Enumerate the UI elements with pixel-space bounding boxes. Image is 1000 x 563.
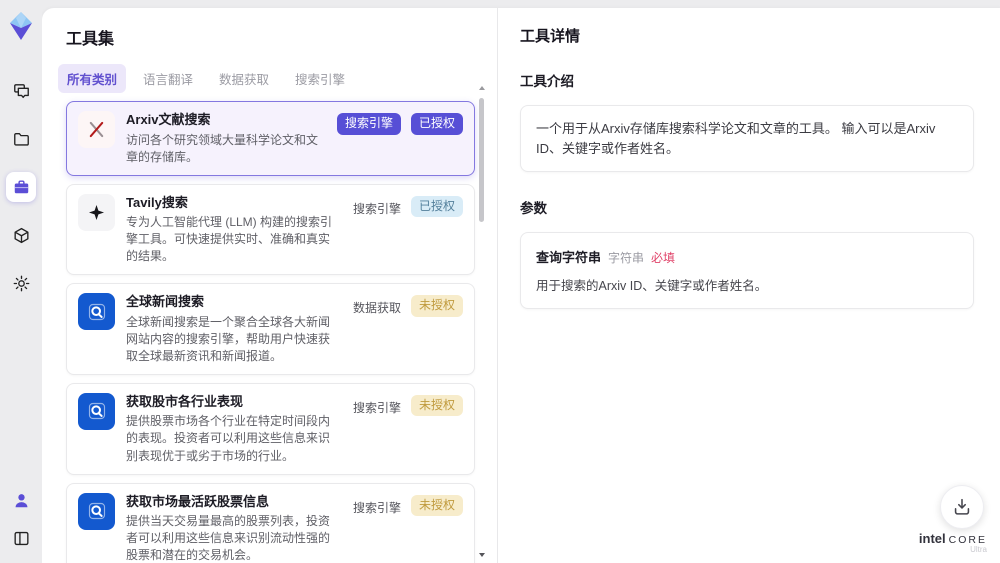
param-card: 查询字符串 字符串 必填 用于搜索的Arxiv ID、关键字或作者姓名。 (520, 232, 974, 309)
tool-info: Tavily搜索专为人工智能代理 (LLM) 构建的搜索引擎工具。可快速提供实时… (126, 194, 342, 266)
layout-icon (12, 529, 31, 548)
category-label: 搜索引擎 (352, 201, 401, 216)
tool-description: 提供股票市场各个行业在特定时间段内的表现。投资者可以利用这些信息来识别表现优于或… (126, 414, 331, 463)
main-content: 工具集 所有类别 语言翻译 数据获取 搜索引擎 Arxiv文献搜索 访问各个研究领域大量… (42, 8, 1000, 563)
param-description: 用于搜索的Arxiv ID、关键字或作者姓名。 (536, 279, 768, 293)
params-heading: 参数 (520, 201, 547, 216)
intel-core-logo: intel CORE Ultra (918, 530, 987, 555)
sidebar-item-models[interactable] (6, 220, 36, 250)
download-icon (951, 496, 973, 518)
gear-icon (12, 274, 31, 293)
tool-name: 全球新闻搜索 (126, 294, 205, 310)
tool-list-scrollbar[interactable] (478, 86, 485, 559)
param-name: 查询字符串 (536, 250, 602, 265)
tool-info: 全球新闻搜索全球新闻搜索是一个聚合全球各大新闻网站内容的搜索引擎，帮助用户快速获… (126, 293, 342, 365)
intro-card: 一个用于从Arxiv存储库搜索科学论文和文章的工具。 输入可以是Arxiv ID… (520, 105, 974, 172)
sidebar-item-chat[interactable] (6, 76, 36, 106)
intel-wordmark: intel (918, 530, 946, 546)
tool-details-panel: 工具详情 工具介绍 一个用于从Arxiv存储库搜索科学论文和文章的工具。 输入可… (498, 8, 1000, 563)
arxiv-icon (78, 111, 115, 148)
tool-description: 访问各个研究领域大量科学论文和文章的存储库。 (126, 132, 319, 164)
tool-description: 提供当天交易量最高的股票列表，投资者可以利用这些信息来识别流动性强的股票和潜在的… (126, 514, 331, 563)
tool-badges: 搜索引擎 未授权 (353, 493, 463, 563)
category-label: 数据获取 (352, 301, 401, 316)
tab-category-1[interactable]: 语言翻译 (134, 64, 202, 93)
bluesearch-icon (78, 293, 115, 331)
tool-description: 全球新闻搜索是一个聚合全球各大新闻网站内容的搜索引擎，帮助用户快速获取全球最新资… (126, 314, 331, 363)
tool-name: 获取市场最活跃股票信息 (126, 493, 270, 509)
app-logo-icon (7, 10, 35, 42)
bluesearch-icon (78, 392, 115, 430)
category-tabs: 所有类别 语言翻译 数据获取 搜索引擎 (42, 63, 497, 93)
tool-card[interactable]: Arxiv文献搜索访问各个研究领域大量科学论文和文章的存储库。 搜索引擎 已授权 (66, 101, 475, 176)
tool-card[interactable]: 全球新闻搜索全球新闻搜索是一个聚合全球各大新闻网站内容的搜索引擎，帮助用户快速获… (66, 283, 475, 375)
tool-card[interactable]: 获取股市各行业表现提供股票市场各个行业在特定时间段内的表现。投资者可以利用这些信… (66, 382, 475, 475)
tab-category-0[interactable]: 所有类别 (58, 63, 127, 93)
details-title: 工具详情 (520, 28, 581, 45)
ultra-wordmark: Ultra (970, 545, 987, 555)
toolset-panel: 工具集 所有类别 语言翻译 数据获取 搜索引擎 Arxiv文献搜索 访问各个研究领域大量… (42, 8, 498, 563)
tool-description: 专为人工智能代理 (LLM) 构建的搜索引擎工具。可快速提供实时、准确和真实的结… (126, 215, 333, 264)
auth-badge: 未授权 (410, 394, 463, 417)
tool-name: 获取股市各行业表现 (126, 393, 244, 409)
toolset-title: 工具集 (66, 31, 115, 48)
sidebar-item-panel-toggle[interactable] (6, 523, 36, 553)
sidebar-item-toolset[interactable] (6, 172, 36, 202)
bluesearch-icon (78, 492, 115, 530)
tool-badges: 搜索引擎 已授权 (353, 194, 463, 266)
tool-list: Arxiv文献搜索 访问各个研究领域大量科学论文和文章的存储库。 搜索引擎 已授权 Ta… (42, 96, 497, 563)
intro-heading: 工具介绍 (520, 74, 574, 89)
sidebar-item-profile[interactable] (6, 485, 36, 515)
tool-badges: 搜索引擎 已授权 (336, 111, 463, 166)
auth-badge: 未授权 (410, 494, 463, 517)
tool-name: Tavily搜索 (126, 194, 188, 210)
tool-info: 获取市场最活跃股票信息提供当天交易量最高的股票列表，投资者可以利用这些信息来识别… (126, 493, 342, 563)
intro-text: 一个用于从Arxiv存储库搜索科学论文和文章的工具。 输入可以是Arxiv ID… (536, 121, 936, 156)
category-badge: 搜索引擎 (336, 113, 401, 135)
chat-icon (12, 82, 31, 101)
tool-badges: 搜索引擎 未授权 (353, 393, 463, 465)
tab-category-2[interactable]: 数据获取 (210, 64, 278, 93)
folder-icon (12, 130, 31, 149)
tab-category-3[interactable]: 搜索引擎 (286, 64, 354, 93)
sidebar (0, 0, 42, 563)
param-type: 字符串 (608, 251, 645, 265)
param-required-badge: 必填 (651, 251, 676, 265)
tool-card[interactable]: Tavily搜索专为人工智能代理 (LLM) 构建的搜索引擎工具。可快速提供实时… (66, 183, 475, 276)
tavily-icon (78, 193, 115, 231)
auth-badge: 未授权 (410, 295, 463, 317)
download-button[interactable] (940, 485, 984, 529)
tool-card[interactable]: 获取市场最活跃股票信息提供当天交易量最高的股票列表，投资者可以利用这些信息来识别… (66, 482, 475, 563)
sidebar-item-files[interactable] (6, 124, 36, 154)
tool-info: 获取股市各行业表现提供股票市场各个行业在特定时间段内的表现。投资者可以利用这些信… (126, 393, 342, 465)
sidebar-nav-bottom (6, 485, 36, 553)
scrollbar-thumb[interactable] (479, 98, 484, 222)
scroll-down-icon[interactable] (479, 553, 485, 557)
sidebar-nav-top (6, 76, 36, 298)
tool-name: Arxiv文献搜索 (126, 112, 211, 127)
tool-badges: 数据获取 未授权 (353, 293, 463, 365)
auth-badge: 已授权 (410, 195, 463, 218)
tool-info: Arxiv文献搜索访问各个研究领域大量科学论文和文章的存储库。 (126, 111, 326, 166)
briefcase-icon (12, 178, 31, 197)
cube-icon (12, 226, 31, 245)
user-icon (12, 491, 31, 510)
sidebar-item-settings[interactable] (6, 268, 36, 298)
scroll-up-icon[interactable] (479, 86, 485, 90)
category-label: 搜索引擎 (352, 500, 401, 515)
category-label: 搜索引擎 (352, 400, 401, 415)
auth-badge: 已授权 (410, 113, 463, 135)
